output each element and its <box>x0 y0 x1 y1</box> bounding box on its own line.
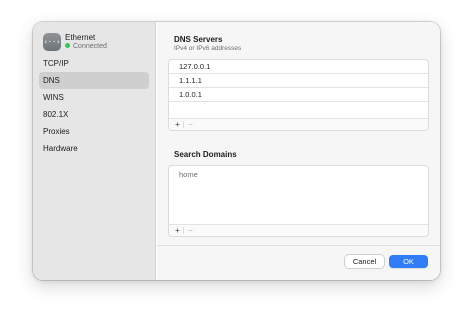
list-item[interactable]: 127.0.0.1 <box>169 60 428 74</box>
cancel-button[interactable]: Cancel <box>345 255 384 268</box>
dns-servers-title: DNS Servers <box>174 35 223 44</box>
search-domains-title: Search Domains <box>174 150 237 159</box>
remove-search-domain-button[interactable]: − <box>185 225 196 236</box>
sidebar: ‹··› Ethernet Connected TCP/IP DNS WINS … <box>33 22 156 280</box>
sidebar-item-8021x[interactable]: 802.1X <box>39 106 149 123</box>
dns-list-controls: + − <box>169 118 428 130</box>
interface-status-text: Connected <box>73 43 107 50</box>
interface-name: Ethernet <box>65 33 96 42</box>
sidebar-nav: TCP/IP DNS WINS 802.1X Proxies Hardware <box>39 55 149 157</box>
dns-servers-list[interactable]: 127.0.0.1 1.1.1.1 1.0.0.1 + − <box>168 59 429 131</box>
remove-dns-server-button[interactable]: − <box>185 119 196 130</box>
search-domains-list[interactable]: home + − <box>168 165 429 237</box>
status-dot-icon <box>65 43 70 48</box>
network-details-window: ‹··› Ethernet Connected TCP/IP DNS WINS … <box>33 22 440 280</box>
content-pane: DNS Servers IPv4 or IPv6 addresses 127.0… <box>157 22 440 280</box>
add-dns-server-button[interactable]: + <box>172 119 183 130</box>
dns-servers-subtitle: IPv4 or IPv6 addresses <box>174 45 242 52</box>
control-divider <box>183 227 184 234</box>
control-divider <box>183 121 184 128</box>
footer-divider <box>157 245 440 246</box>
interface-status: Connected <box>65 43 107 50</box>
search-domains-controls: + − <box>169 224 428 236</box>
ethernet-icon: ‹··› <box>43 33 61 51</box>
sidebar-item-hardware[interactable]: Hardware <box>39 140 149 157</box>
sidebar-item-tcpip[interactable]: TCP/IP <box>39 55 149 72</box>
sidebar-item-wins[interactable]: WINS <box>39 89 149 106</box>
sidebar-item-proxies[interactable]: Proxies <box>39 123 149 140</box>
list-item[interactable]: home <box>169 166 428 180</box>
list-item[interactable]: 1.0.0.1 <box>169 88 428 102</box>
sidebar-item-dns[interactable]: DNS <box>39 72 149 89</box>
list-item[interactable]: 1.1.1.1 <box>169 74 428 88</box>
ok-button[interactable]: OK <box>389 255 428 268</box>
add-search-domain-button[interactable]: + <box>172 225 183 236</box>
